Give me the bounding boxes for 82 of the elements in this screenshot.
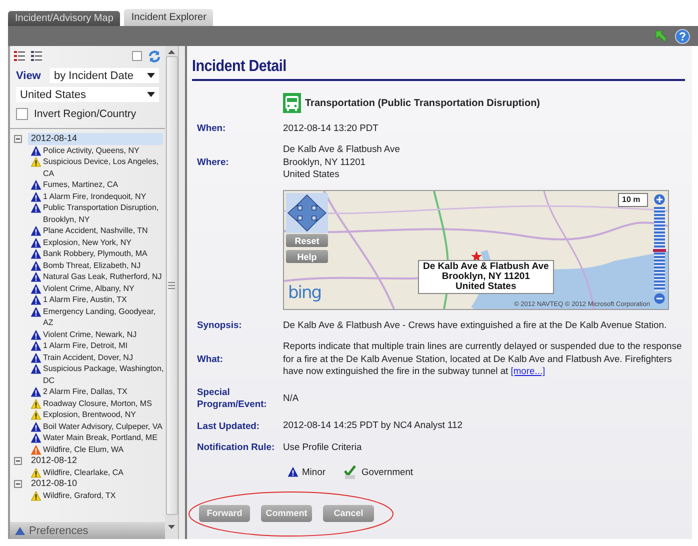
checkbox-label: Invert Region/Country <box>34 108 136 120</box>
incident-item[interactable]: Roadway Closure, Morton, MS <box>43 398 165 409</box>
field-value: De Kalb Ave & Flatbush Ave - Crews have extinguished a fire at the De Kalb Avenue Station. <box>283 319 668 332</box>
map-logo: bing <box>288 287 322 300</box>
date-node[interactable]: 2012-08-12 <box>28 455 163 466</box>
field-value: 2012-08-14 13:20 PDT <box>283 122 380 134</box>
zoom-out-icon[interactable] <box>654 293 664 304</box>
pan-control-icon[interactable] <box>286 193 328 234</box>
panel-title: Incident Detail <box>192 58 286 76</box>
help-icon[interactable] <box>675 28 690 44</box>
incident-item[interactable]: Boil Water Advisory, Culpeper, VA <box>43 420 165 432</box>
incident-item[interactable]: Plane Accident, Nashville, TN <box>43 225 165 236</box>
incident-item[interactable]: 1 Alarm Fire, Detroit, MI <box>43 340 165 352</box>
view-dropdown[interactable]: by Incident Date <box>50 68 159 83</box>
incident-item[interactable]: Water Main Break, Portland, ME <box>43 432 165 444</box>
field-value: N/A <box>283 392 300 405</box>
legend-label: Government <box>361 466 414 478</box>
category-text: Transportation (Public Transportation Disruption) <box>305 98 540 108</box>
legend-label: Minor <box>302 466 326 478</box>
field-value: Use Profile Criteria <box>283 440 363 453</box>
checkmark-icon <box>343 464 358 479</box>
tab[interactable]: Incident Explorer <box>124 9 214 26</box>
field-label: When: <box>197 122 227 134</box>
collapse-icon[interactable] <box>14 134 22 143</box>
preferences-bar[interactable]: Preferences <box>10 522 165 539</box>
incident-item[interactable]: Bank Robbery, Plymouth, MA <box>43 248 165 260</box>
triangle-icon <box>15 526 25 534</box>
field-value: 2012-08-14 14:25 PDT by NC4 Analyst 112 <box>283 419 464 432</box>
incident-item[interactable]: Train Accident, Dover, NJ <box>43 352 165 363</box>
field-label: Notification Rule: <box>197 440 276 453</box>
incident-item[interactable]: Wildfire, Clearlake, CA <box>43 466 165 478</box>
tab[interactable]: Incident/Advisory Map <box>8 11 120 26</box>
star-marker-icon <box>471 251 482 262</box>
collapse-icon[interactable] <box>14 456 22 465</box>
incident-item[interactable]: Violent Crime, Albany, NY <box>43 282 165 294</box>
incident-item[interactable]: Emergency Landing, Goodyear, AZ <box>43 306 165 328</box>
view-label: View <box>16 70 42 82</box>
caret-icon <box>147 92 155 97</box>
field-label: Where: <box>197 156 230 168</box>
scrollbar[interactable] <box>165 46 178 539</box>
address-text: De Kalb Ave & Flatbush Ave Brooklyn, NY 11201 United States <box>283 143 401 180</box>
incident-item[interactable]: Suspicious Package, Washington, DC <box>43 363 165 386</box>
refresh-icon[interactable] <box>148 50 161 62</box>
field-label: Synopsis: <box>197 319 243 332</box>
incident-item[interactable]: 1 Alarm Fire, Austin, TX <box>43 294 165 306</box>
scroll-up-icon[interactable] <box>168 50 175 54</box>
incident-item[interactable]: Police Activity, Queens, NY <box>43 144 165 156</box>
incident-item[interactable]: Explosion, New York, NY <box>43 236 165 248</box>
incident-item[interactable]: Wildfire, Cle Elum, WA <box>43 444 165 455</box>
date-node[interactable]: 2012-08-10 <box>28 478 163 490</box>
warning-icon <box>288 466 298 477</box>
more-link[interactable]: [more...] <box>510 365 546 376</box>
date-node[interactable]: 2012-08-14 <box>28 133 163 144</box>
zoom-thumb[interactable] <box>652 248 666 252</box>
zoom-in-icon[interactable] <box>654 194 664 206</box>
incident-item[interactable]: Violent Crime, Newark, NJ <box>43 328 165 340</box>
tree-collapse-icon[interactable] <box>31 51 42 61</box>
tree-expand-icon[interactable] <box>14 51 25 61</box>
invert-checkbox[interactable] <box>16 108 28 120</box>
incident-item[interactable]: Bomb Threat, Elizabeth, NJ <box>43 260 165 271</box>
incident-item[interactable]: Explosion, Brentwood, NY <box>43 409 165 420</box>
incident-item[interactable]: 1 Alarm Fire, Irondequoit, NY <box>43 190 165 202</box>
incident-item[interactable]: Fumes, Martinez, CA <box>43 179 165 190</box>
field-label: Last Updated: <box>197 420 261 432</box>
field-label: Special Program/Event: <box>197 386 268 410</box>
collapse-icon[interactable] <box>14 480 22 488</box>
description-text: Reports indicate that multiple train lines are currently delayed or suspended due to the response for a fire at the De Kalb Avenue Station, located at De Kalb Ave and Flatbush Ave. Firefighters have now extinguished the fire in the subway tunnel at [more...] <box>283 340 683 378</box>
bus-icon <box>283 93 301 113</box>
region-dropdown[interactable]: United States <box>16 87 159 102</box>
scroll-down-icon[interactable] <box>168 525 175 529</box>
incident-item[interactable]: Wildfire, Graford, TX <box>43 490 165 501</box>
grip-icon <box>168 282 175 289</box>
toolbar-checkbox[interactable] <box>132 51 142 61</box>
incident-item[interactable]: Public Transportation Disruption, Brooklyn, NY <box>43 202 165 225</box>
incident-item[interactable]: 2 Alarm Fire, Dallas, TX <box>43 386 165 398</box>
incident-item[interactable]: Suspicious Device, Los Angeles, CA <box>43 156 165 179</box>
map-scale: 10 m <box>618 193 648 208</box>
location-popup: De Kalb Ave & Flatbush Ave Brooklyn, NY 11201 United States <box>418 260 554 294</box>
zoom-slider[interactable] <box>654 207 664 292</box>
caret-icon <box>147 73 155 78</box>
incident-item[interactable]: Natural Gas Leak, Rutherford, NJ <box>43 271 165 282</box>
field-label: What: <box>197 352 224 365</box>
